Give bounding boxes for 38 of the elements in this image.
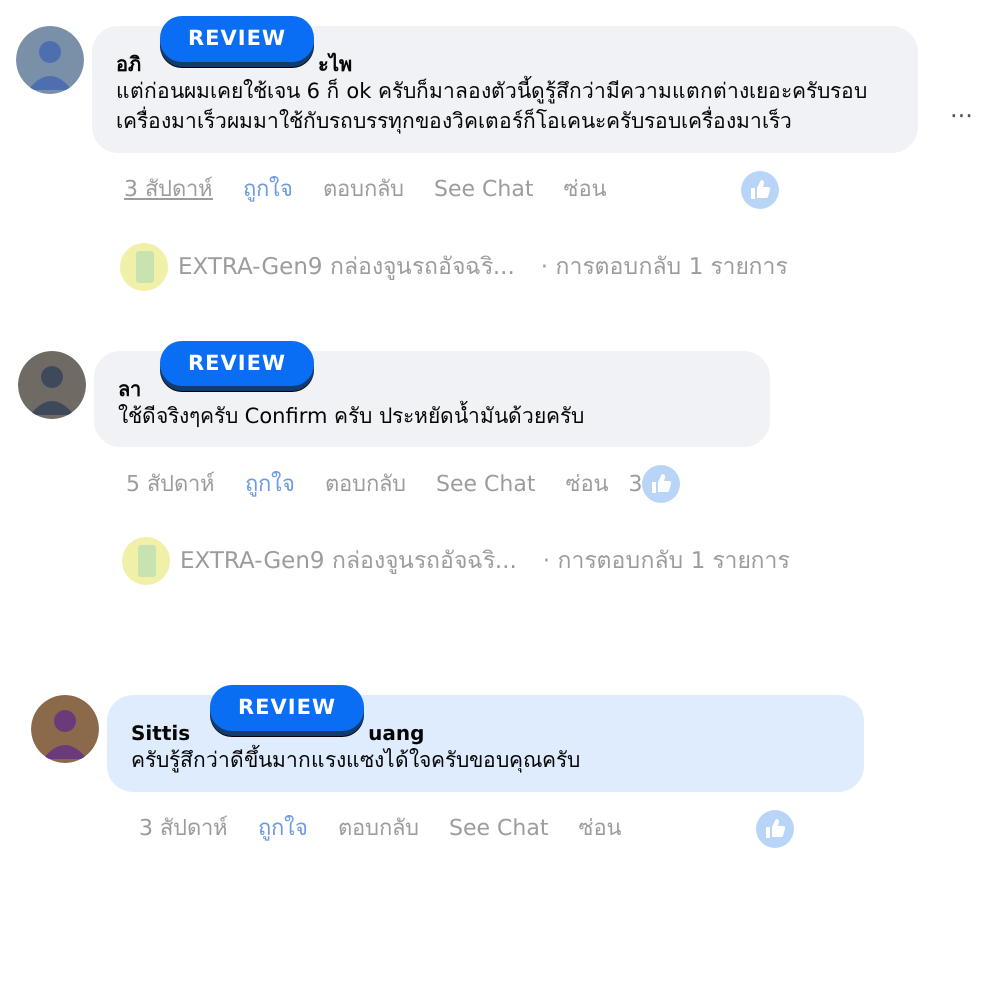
timestamp-link[interactable]: 3 สัปดาห์ [124, 173, 213, 206]
like-reaction-icon [756, 810, 794, 848]
author-name: Sittis [131, 721, 190, 746]
comment-text: แต่ก่อนผมเคยใช้เจน 6 ก็ ok ครับก็มาลองตัวนี้ดูรู้สึกว่ามีความแตกต่างเยอะครับรอบเครื่องมาเร็วผมมาใช้กับรถบรรทุกของวิคเตอร์ก็โอเคนะครับรอบเครื่องมาเร็ว [116, 76, 894, 137]
reply-count-link[interactable]: · การตอบกลับ 1 รายการ [540, 250, 788, 284]
review-badge: REVIEW [160, 340, 314, 386]
author-name: ะไพ [318, 52, 352, 76]
like-link[interactable]: ถูกใจ [245, 468, 295, 501]
comment-text: ใช้ดีจริงๆครับ Confirm ครับ ประหยัดน้ำมันด้วยครับ [118, 400, 746, 432]
like-link[interactable]: ถูกใจ [243, 173, 293, 206]
reply-author-name[interactable]: EXTRA-Gen9 กล่องจูนรถอัจฉริ... [180, 544, 517, 579]
like-link[interactable]: ถูกใจ [258, 812, 308, 846]
avatar[interactable] [18, 350, 86, 419]
hide-link[interactable]: ซ่อน [565, 468, 608, 501]
reply-count-link[interactable]: · การตอบกลับ 1 รายการ [542, 544, 790, 579]
see-chat-link[interactable]: See Chat [434, 173, 534, 206]
review-badge: REVIEW [210, 685, 364, 731]
reply-author-name[interactable]: EXTRA-Gen9 กล่องจูนรถอัจฉริ... [178, 250, 515, 284]
hide-link[interactable]: ซ่อน [563, 173, 606, 206]
author-name: ลา [118, 376, 141, 401]
more-options-button[interactable]: ··· [950, 74, 973, 134]
see-chat-link[interactable]: See Chat [436, 468, 536, 501]
review-badge: REVIEW [160, 16, 314, 62]
reply-link[interactable]: ตอบกลับ [338, 812, 419, 846]
avatar[interactable] [31, 695, 99, 764]
author-name: อภิ [116, 52, 141, 76]
timestamp-link[interactable]: 3 สัปดาห์ [139, 812, 228, 846]
avatar[interactable] [16, 26, 84, 94]
reply-link[interactable]: ตอบกลับ [323, 173, 404, 206]
like-reaction-icon [741, 170, 780, 209]
comment-text: ครับรู้สึกว่าดีขึ้นมากแรงแซงได้ใจครับขอบคุณครับ [131, 745, 840, 776]
like-reaction-icon [642, 465, 680, 504]
hide-link[interactable]: ซ่อน [578, 812, 622, 846]
reaction-count: 3 [628, 470, 642, 499]
author-name: uang [368, 721, 424, 746]
timestamp-link[interactable]: 5 สัปดาห์ [126, 468, 215, 501]
reply-link[interactable]: ตอบกลับ [325, 468, 406, 501]
see-chat-link[interactable]: See Chat [449, 812, 548, 846]
